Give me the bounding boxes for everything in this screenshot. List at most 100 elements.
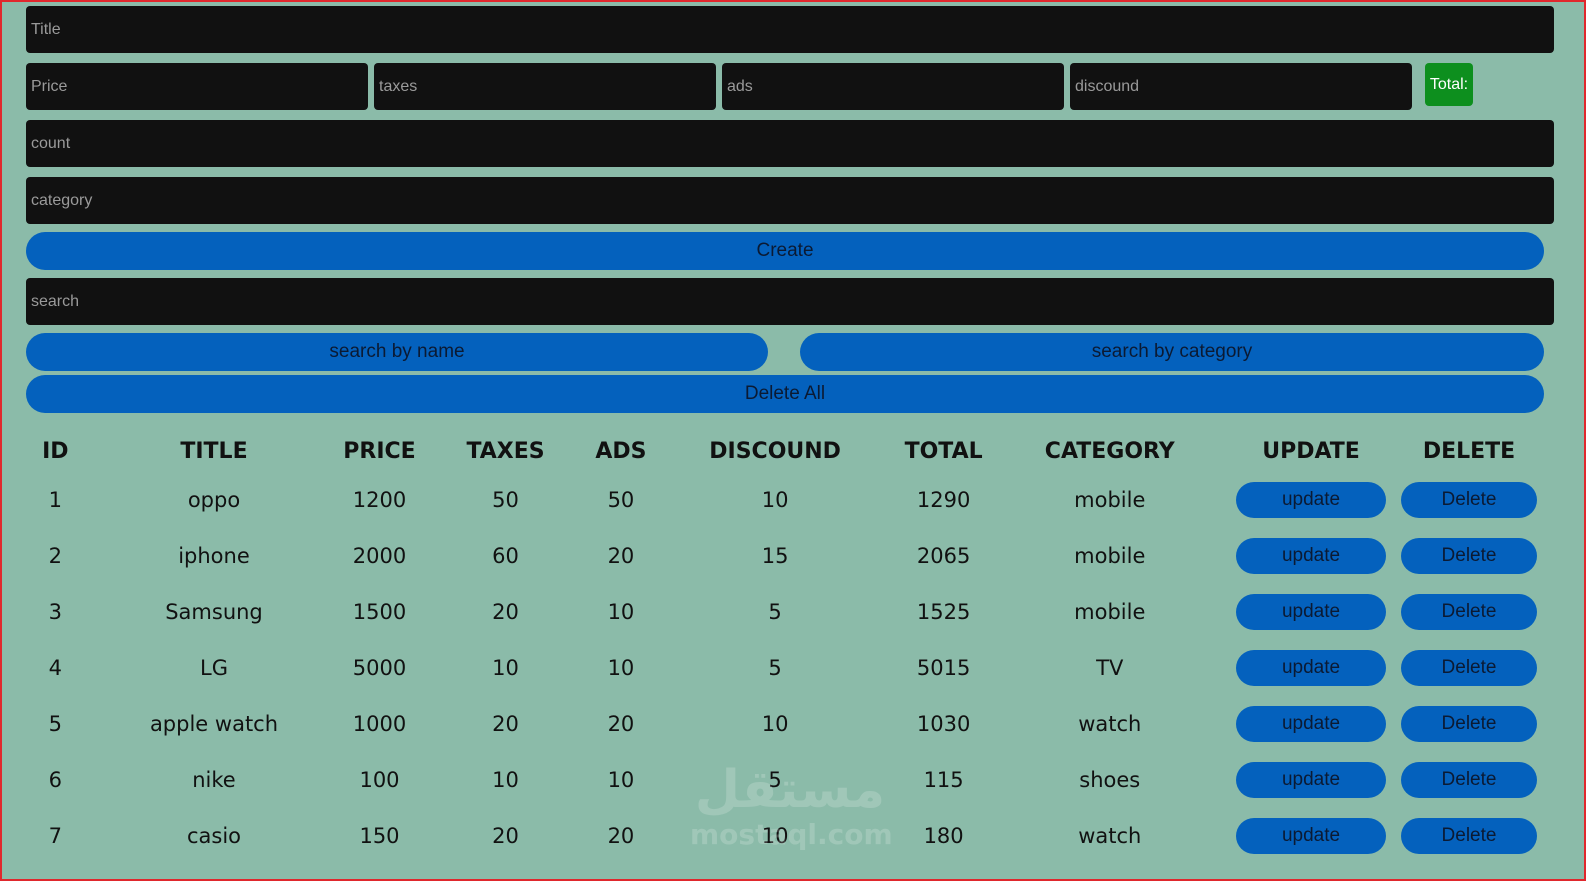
cell-title: LG <box>200 656 228 680</box>
cell-id: 6 <box>48 768 63 792</box>
cell-category: mobile <box>1074 488 1146 512</box>
cell-total: 2065 <box>916 544 971 568</box>
cell-delete: Delete <box>1386 752 1552 808</box>
delete-button[interactable]: Delete <box>1401 594 1537 630</box>
cell-delete: Delete <box>1386 808 1552 864</box>
search-by-name-button[interactable]: search by name <box>26 333 768 371</box>
cell-title: nike <box>192 768 236 792</box>
cell-update: update <box>1236 584 1387 640</box>
cell-ads: 10 <box>607 656 635 680</box>
cell-id: 4 <box>48 656 63 680</box>
cell-ads: 20 <box>607 544 635 568</box>
delete-all-button[interactable]: Delete All <box>26 375 1544 413</box>
table-row: 3 Samsung 1500 20 10 5 1525 mobile updat… <box>26 584 1552 640</box>
category-input[interactable] <box>26 177 1554 224</box>
cell-update: update <box>1236 752 1387 808</box>
cell-taxes: 10 <box>492 656 519 680</box>
cell-title: casio <box>186 824 242 848</box>
update-button[interactable]: update <box>1236 538 1387 574</box>
column-header-discount: DISCOUND <box>709 438 841 464</box>
cell-ads: 20 <box>607 712 635 736</box>
discount-input[interactable] <box>1070 63 1412 110</box>
cell-taxes: 20 <box>492 824 519 848</box>
total-badge: Total: <box>1425 63 1473 106</box>
cell-update: update <box>1236 528 1387 584</box>
taxes-input[interactable] <box>374 63 716 110</box>
delete-button[interactable]: Delete <box>1401 706 1537 742</box>
cell-taxes: 20 <box>492 600 519 624</box>
cell-update: update <box>1236 472 1387 528</box>
cell-category: mobile <box>1074 544 1146 568</box>
update-button[interactable]: update <box>1236 762 1387 798</box>
cell-id: 1 <box>48 488 63 512</box>
cell-ads: 10 <box>607 768 635 792</box>
cell-price: 1500 <box>352 600 407 624</box>
cell-taxes: 20 <box>492 712 519 736</box>
update-button[interactable]: update <box>1236 594 1387 630</box>
column-header-id: ID <box>42 438 69 464</box>
cell-total: 115 <box>923 768 964 792</box>
cell-discount: 10 <box>761 712 789 736</box>
delete-button[interactable]: Delete <box>1401 538 1537 574</box>
column-header-update: UPDATE <box>1262 438 1360 464</box>
cell-taxes: 60 <box>492 544 519 568</box>
cell-total: 5015 <box>916 656 971 680</box>
products-table: ID TITLE PRICE TAXES ADS DISCOUND TOTAL … <box>26 430 1552 864</box>
cell-delete: Delete <box>1386 584 1552 640</box>
title-input[interactable] <box>26 6 1554 53</box>
cell-price: 150 <box>359 824 400 848</box>
column-header-category: CATEGORY <box>1044 438 1175 464</box>
table-row: 4 LG 5000 10 10 5 5015 TV update Delete <box>26 640 1552 696</box>
cell-discount: 5 <box>768 656 782 680</box>
search-input[interactable] <box>26 278 1554 325</box>
count-input[interactable] <box>26 120 1554 167</box>
cell-price: 2000 <box>352 544 407 568</box>
update-button[interactable]: update <box>1236 706 1387 742</box>
table-row: 6 nike 100 10 10 5 115 shoes update Dele… <box>26 752 1552 808</box>
search-by-category-button[interactable]: search by category <box>800 333 1544 371</box>
total-label: Total: <box>1429 75 1469 93</box>
cell-total: 1290 <box>916 488 971 512</box>
column-header-taxes: TAXES <box>466 438 545 464</box>
delete-button[interactable]: Delete <box>1401 482 1537 518</box>
cell-id: 3 <box>48 600 63 624</box>
cell-delete: Delete <box>1386 640 1552 696</box>
cell-total: 1030 <box>916 712 971 736</box>
cell-id: 5 <box>48 712 63 736</box>
cell-title: oppo <box>187 488 241 512</box>
cell-title: Samsung <box>165 600 263 624</box>
ads-input[interactable] <box>722 63 1064 110</box>
cell-taxes: 10 <box>492 768 519 792</box>
cell-ads: 20 <box>607 824 635 848</box>
delete-button[interactable]: Delete <box>1401 650 1537 686</box>
cell-price: 5000 <box>352 656 407 680</box>
column-header-title: TITLE <box>180 438 248 464</box>
update-button[interactable]: update <box>1236 818 1387 854</box>
cell-category: TV <box>1096 656 1124 680</box>
create-button[interactable]: Create <box>26 232 1544 270</box>
cell-category: mobile <box>1074 600 1146 624</box>
cell-price: 1000 <box>352 712 407 736</box>
column-header-total: TOTAL <box>904 438 983 464</box>
update-button[interactable]: update <box>1236 482 1387 518</box>
cell-id: 2 <box>48 544 63 568</box>
table-header-row: ID TITLE PRICE TAXES ADS DISCOUND TOTAL … <box>26 430 1552 472</box>
delete-button[interactable]: Delete <box>1401 818 1537 854</box>
cell-discount: 10 <box>761 824 789 848</box>
update-button[interactable]: update <box>1236 650 1387 686</box>
table-row: 2 iphone 2000 60 20 15 2065 mobile updat… <box>26 528 1552 584</box>
table-row: 1 oppo 1200 50 50 10 1290 mobile update … <box>26 472 1552 528</box>
table-row: 7 casio 150 20 20 10 180 watch update De… <box>26 808 1552 864</box>
price-input[interactable] <box>26 63 368 110</box>
cell-update: update <box>1236 808 1387 864</box>
cell-total: 1525 <box>916 600 971 624</box>
cell-title: apple watch <box>149 712 279 736</box>
cell-price: 1200 <box>352 488 407 512</box>
cell-title: iphone <box>178 544 250 568</box>
cell-update: update <box>1236 696 1387 752</box>
column-header-ads: ADS <box>595 438 647 464</box>
cell-delete: Delete <box>1386 472 1552 528</box>
cell-category: watch <box>1078 824 1142 848</box>
delete-button[interactable]: Delete <box>1401 762 1537 798</box>
column-header-price: PRICE <box>343 438 416 464</box>
